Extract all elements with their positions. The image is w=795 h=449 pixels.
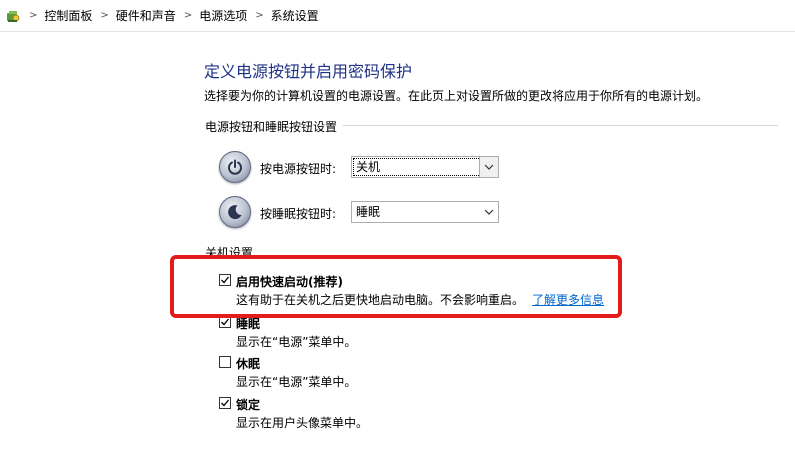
sleep-button-icon: [219, 196, 251, 228]
fast-startup-checkbox[interactable]: [219, 274, 231, 286]
power-button-action-value: 关机: [353, 158, 481, 176]
address-bar[interactable]: > 控制面板 > 硬件和声音 > 电源选项 > 系统设置: [0, 0, 795, 32]
main-content: 定义电源按钮并启用密码保护 选择要为你的计算机设置的电源设置。在此页上对设置所做…: [0, 32, 795, 449]
sleep-checkbox[interactable]: [219, 316, 231, 328]
breadcrumb-separator-icon: >: [29, 10, 38, 21]
lock-label[interactable]: 锁定: [236, 396, 260, 413]
fast-startup-description-text: 这有助于在关机之后更快地启动电脑。不会影响重启。: [236, 293, 525, 307]
page-title: 定义电源按钮并启用密码保护: [204, 62, 413, 81]
fast-startup-label[interactable]: 启用快速启动(推荐): [236, 273, 343, 290]
power-button-action-select[interactable]: 关机: [351, 156, 499, 178]
sleep-button-action-value: 睡眠: [356, 205, 381, 219]
power-button-icon: [219, 151, 251, 183]
breadcrumb-system-settings[interactable]: 系统设置: [271, 7, 319, 24]
power-button-label: 按电源按钮时:: [260, 162, 337, 176]
chevron-down-icon[interactable]: [479, 157, 498, 177]
breadcrumb-power-options[interactable]: 电源选项: [199, 7, 247, 24]
control-panel-icon: [7, 10, 20, 22]
sleep-button-row: 按睡眠按钮时: 睡眠: [219, 195, 499, 229]
lock-checkbox[interactable]: [219, 397, 231, 409]
sleep-button-action-select[interactable]: 睡眠: [351, 201, 499, 223]
hibernate-description: 显示在“电源”菜单中。: [236, 375, 357, 389]
chevron-down-icon[interactable]: [480, 202, 498, 222]
sleep-description: 显示在“电源”菜单中。: [236, 335, 357, 349]
sleep-label[interactable]: 睡眠: [236, 315, 260, 332]
sleep-button-label: 按睡眠按钮时:: [260, 207, 337, 221]
breadcrumb-hardware-sound[interactable]: 硬件和声音: [116, 7, 176, 24]
hibernate-label[interactable]: 休眠: [236, 355, 260, 372]
hibernate-checkbox[interactable]: [219, 356, 231, 368]
lock-description: 显示在用户头像菜单中。: [236, 416, 369, 430]
power-buttons-group-label: 电源按钮和睡眠按钮设置: [205, 118, 344, 135]
fast-startup-description: 这有助于在关机之后更快地启动电脑。不会影响重启。 了解更多信息: [236, 291, 604, 308]
page-description: 选择要为你的计算机设置的电源设置。在此页上对设置所做的更改将应用于你所有的电源计…: [204, 89, 709, 103]
learn-more-link[interactable]: 了解更多信息: [532, 293, 604, 307]
breadcrumb-separator-icon[interactable]: >: [255, 10, 263, 21]
breadcrumb-control-panel[interactable]: 控制面板: [44, 7, 92, 24]
breadcrumb-separator-icon[interactable]: >: [184, 10, 192, 21]
shutdown-settings-group-label: 关机设置: [205, 246, 254, 260]
power-button-row: 按电源按钮时: 关机: [219, 150, 499, 184]
breadcrumb-separator-icon[interactable]: >: [100, 10, 108, 21]
